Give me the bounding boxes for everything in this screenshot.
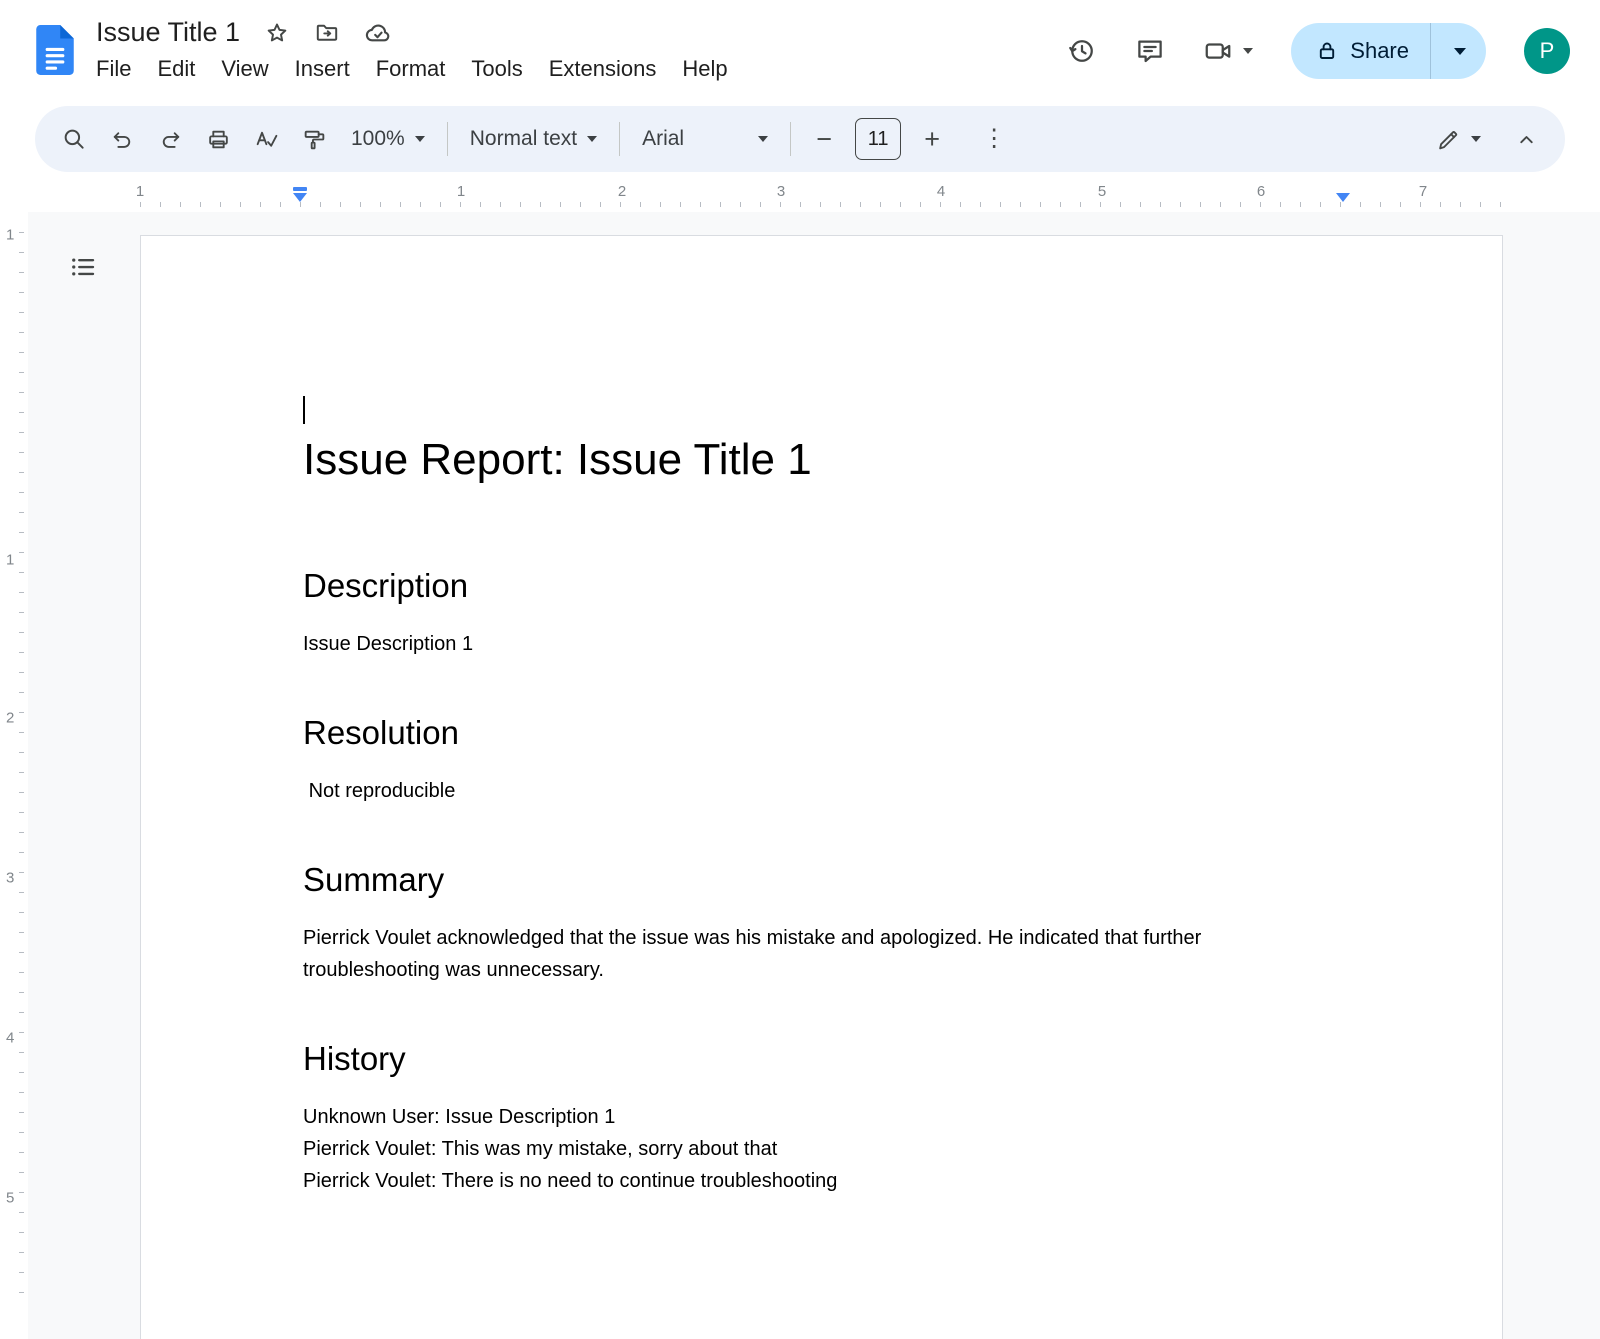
right-indent-marker[interactable] bbox=[1336, 193, 1350, 202]
share-label: Share bbox=[1350, 38, 1409, 64]
paragraph-style-caret-icon bbox=[587, 136, 597, 142]
menu-view[interactable]: View bbox=[208, 54, 281, 84]
increase-font-size-button[interactable]: + bbox=[909, 116, 955, 162]
document-canvas: 1 1 2 3 4 5 Issue Report: Issue Title 1 … bbox=[0, 212, 1600, 1339]
spellcheck-button[interactable] bbox=[243, 116, 289, 162]
vertical-ruler[interactable]: 1 1 2 3 4 5 bbox=[0, 212, 28, 1339]
menu-file[interactable]: File bbox=[94, 54, 144, 84]
ruler-number: 7 bbox=[1419, 183, 1427, 200]
ruler-number: 6 bbox=[1257, 183, 1265, 200]
menu-format[interactable]: Format bbox=[363, 54, 459, 84]
paragraph[interactable]: Pierrick Voulet: There is no need to con… bbox=[303, 1165, 1341, 1197]
paragraph[interactable]: Issue Description 1 bbox=[303, 628, 1341, 660]
lock-icon bbox=[1315, 39, 1339, 63]
version-history-icon[interactable] bbox=[1067, 36, 1097, 66]
editing-mode-select[interactable] bbox=[1424, 116, 1493, 162]
collapse-toolbar-button[interactable] bbox=[1503, 116, 1549, 162]
zoom-value: 100% bbox=[351, 127, 405, 151]
text-cursor bbox=[303, 396, 305, 424]
font-family-caret-icon bbox=[758, 136, 768, 142]
font-size-input[interactable] bbox=[855, 118, 901, 160]
print-button[interactable] bbox=[195, 116, 241, 162]
horizontal-ruler[interactable]: 1 1 2 3 4 5 6 7 bbox=[0, 178, 1600, 212]
join-call-control[interactable] bbox=[1203, 36, 1253, 66]
ruler-number: 4 bbox=[6, 1030, 14, 1047]
star-icon[interactable] bbox=[264, 20, 290, 46]
share-button-divider bbox=[1430, 23, 1431, 79]
paragraph-style-select[interactable]: Normal text bbox=[458, 116, 609, 162]
menu-extensions[interactable]: Extensions bbox=[536, 54, 670, 84]
paragraph[interactable]: Not reproducible bbox=[303, 775, 1341, 807]
search-menus-button[interactable] bbox=[51, 116, 97, 162]
titlebar: Issue Title 1 bbox=[0, 0, 1600, 102]
comments-icon[interactable] bbox=[1135, 36, 1165, 66]
toolbar-divider bbox=[619, 122, 620, 156]
header-actions: Share P bbox=[1067, 23, 1570, 79]
ruler-number: 3 bbox=[777, 183, 785, 200]
title-area: Issue Title 1 bbox=[96, 18, 741, 85]
font-family-select[interactable]: Arial bbox=[630, 116, 780, 162]
paragraph[interactable]: Unknown User: Issue Description 1 bbox=[303, 1101, 1341, 1133]
ruler-number: 1 bbox=[457, 183, 465, 200]
section-heading-resolution[interactable]: Resolution bbox=[303, 712, 1341, 754]
font-family-value: Arial bbox=[642, 127, 684, 151]
left-indent-marker[interactable] bbox=[293, 187, 307, 202]
menu-tools[interactable]: Tools bbox=[458, 54, 535, 84]
undo-button[interactable] bbox=[99, 116, 145, 162]
section-heading-history[interactable]: History bbox=[303, 1038, 1341, 1080]
toolbar-row: 100% Normal text Arial − + ⋮ bbox=[0, 102, 1600, 178]
paragraph[interactable]: Pierrick Voulet acknowledged that the is… bbox=[303, 922, 1341, 986]
ruler-number: 4 bbox=[937, 183, 945, 200]
menubar: File Edit View Insert Format Tools Exten… bbox=[94, 54, 741, 84]
paragraph[interactable]: Pierrick Voulet: This was my mistake, so… bbox=[303, 1133, 1341, 1165]
paint-format-button[interactable] bbox=[291, 116, 337, 162]
redo-button[interactable] bbox=[147, 116, 193, 162]
menu-insert[interactable]: Insert bbox=[282, 54, 363, 84]
editing-mode-caret-icon bbox=[1471, 136, 1481, 142]
doc-heading-title[interactable]: Issue Report: Issue Title 1 bbox=[303, 432, 1341, 488]
cloud-status-icon[interactable] bbox=[364, 19, 392, 47]
toolbar-divider bbox=[447, 122, 448, 156]
ruler-number: 3 bbox=[6, 870, 14, 887]
decrease-font-size-button[interactable]: − bbox=[801, 116, 847, 162]
zoom-caret-icon bbox=[415, 136, 425, 142]
move-folder-icon[interactable] bbox=[314, 20, 340, 46]
document-page[interactable]: Issue Report: Issue Title 1 Description … bbox=[140, 235, 1503, 1339]
section-heading-description[interactable]: Description bbox=[303, 565, 1341, 607]
video-dropdown-caret-icon[interactable] bbox=[1243, 48, 1253, 54]
ruler-number: 5 bbox=[1098, 183, 1106, 200]
ruler-number: 1 bbox=[136, 183, 144, 200]
toolbar-right-group bbox=[1424, 116, 1549, 162]
account-avatar[interactable]: P bbox=[1524, 28, 1570, 74]
more-options-button[interactable]: ⋮ bbox=[971, 116, 1017, 162]
ruler-number: 1 bbox=[6, 552, 14, 569]
zoom-select[interactable]: 100% bbox=[339, 116, 437, 162]
share-button[interactable]: Share bbox=[1291, 23, 1486, 79]
ruler-number: 1 bbox=[6, 227, 14, 244]
menu-edit[interactable]: Edit bbox=[144, 54, 208, 84]
paragraph-style-value: Normal text bbox=[470, 127, 577, 151]
section-heading-summary[interactable]: Summary bbox=[303, 859, 1341, 901]
ruler-number: 2 bbox=[618, 183, 626, 200]
document-title[interactable]: Issue Title 1 bbox=[96, 18, 240, 48]
toolbar-divider bbox=[790, 122, 791, 156]
video-camera-icon[interactable] bbox=[1203, 36, 1233, 66]
document-outline-icon[interactable] bbox=[64, 248, 102, 286]
google-docs-app: Issue Title 1 bbox=[0, 0, 1600, 1339]
pencil-icon bbox=[1436, 127, 1461, 152]
toolbar: 100% Normal text Arial − + ⋮ bbox=[35, 106, 1565, 172]
share-dropdown-caret-icon[interactable] bbox=[1442, 48, 1470, 55]
ruler-number: 5 bbox=[6, 1190, 14, 1207]
menu-help[interactable]: Help bbox=[669, 54, 740, 84]
ruler-number: 2 bbox=[6, 710, 14, 727]
docs-logo-icon[interactable] bbox=[36, 25, 74, 80]
